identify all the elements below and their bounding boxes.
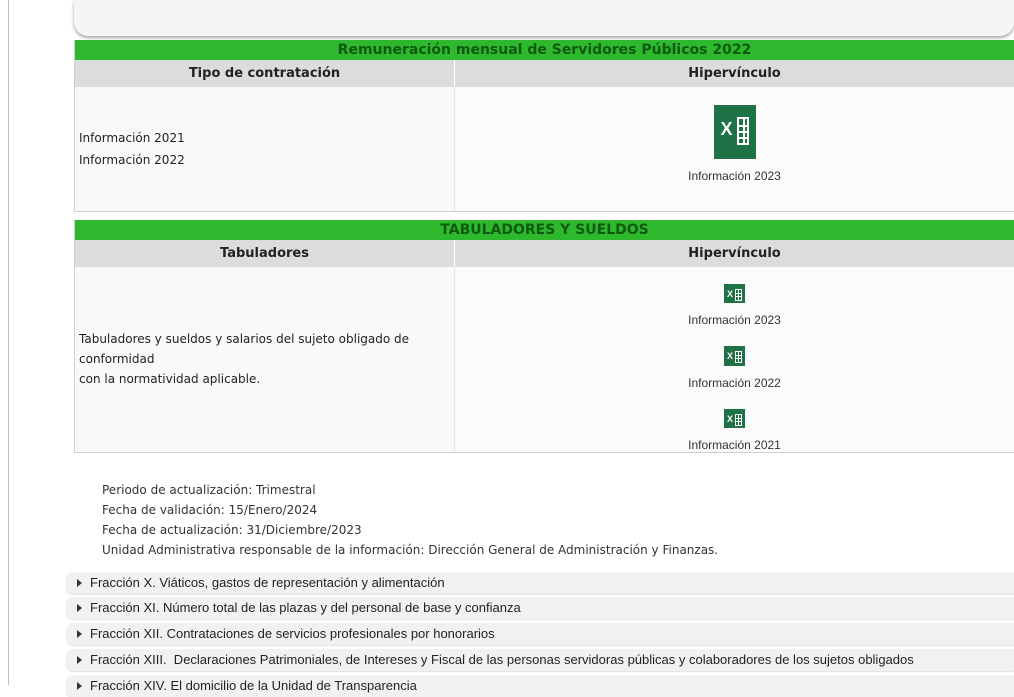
- caret-right-icon: [77, 656, 82, 664]
- accordion-fraccion-xii[interactable]: Fracción XII. Contrataciones de servicio…: [66, 623, 1014, 645]
- remuneracion-header-row: Tipo de contratación Hipervínculo: [75, 60, 1014, 87]
- info-2022-link[interactable]: Información 2022: [688, 376, 781, 390]
- remuneracion-items: Información 2021 Información 2022: [75, 87, 455, 211]
- col-tabuladores: Tabuladores: [75, 240, 455, 267]
- fecha-actualizacion: Fecha de actualización: 31/Diciembre/202…: [102, 523, 362, 537]
- accordion-label: Fracción X. Viáticos, gastos de represen…: [90, 575, 445, 590]
- update-metadata: Periodo de actualización: Trimestral Fec…: [102, 480, 718, 560]
- col-hipervinculo: Hipervínculo: [688, 66, 781, 81]
- excel-icon[interactable]: X: [724, 408, 745, 428]
- accordion-label: Fracción XIV. El domicilio de la Unidad …: [90, 678, 417, 693]
- accordion-label: Fracción XII. Contrataciones de servicio…: [90, 626, 495, 641]
- description-line: Tabuladores y sueldos y salarios del suj…: [79, 332, 410, 366]
- excel-icon[interactable]: X: [724, 346, 745, 366]
- left-border-line: [8, 0, 9, 685]
- excel-icon[interactable]: X: [713, 105, 756, 159]
- accordion-fraccion-x[interactable]: Fracción X. Viáticos, gastos de represen…: [66, 572, 1014, 594]
- tabuladores-description: Tabuladores y sueldos y salarios del suj…: [75, 267, 455, 452]
- info-2021-link[interactable]: Información 2021: [688, 438, 781, 452]
- unidad-administrativa: Unidad Administrativa responsable de la …: [102, 543, 719, 557]
- fecha-validacion: Fecha de validación: 15/Enero/2024: [102, 503, 318, 517]
- accordion-fraccion-xi[interactable]: Fracción XI. Número total de las plazas …: [66, 597, 1014, 619]
- accordion-label: Fracción XIII. Declaraciones Patrimonial…: [90, 652, 914, 667]
- info-2023-link[interactable]: Información 2023: [688, 313, 781, 327]
- tabuladores-title: TABULADORES Y SUELDOS: [75, 220, 1014, 240]
- caret-right-icon: [77, 604, 82, 612]
- accordion-label: Fracción XI. Número total de las plazas …: [90, 600, 521, 615]
- tabuladores-table: TABULADORES Y SUELDOS Tabuladores Hiperv…: [74, 220, 1014, 453]
- info-2021-link[interactable]: Información 2021: [79, 127, 454, 149]
- excel-icon[interactable]: X: [724, 284, 745, 304]
- accordion-fraccion-xiii[interactable]: Fracción XIII. Declaraciones Patrimonial…: [66, 649, 1014, 671]
- caret-right-icon: [77, 579, 82, 587]
- info-2022-link[interactable]: Información 2022: [79, 149, 454, 171]
- remuneracion-title: Remuneración mensual de Servidores Públi…: [75, 40, 1014, 60]
- tabuladores-header-row: Tabuladores Hipervínculo: [75, 240, 1014, 267]
- previous-panel-bottom: [74, 0, 1014, 36]
- accordion-fraccion-xiv[interactable]: Fracción XIV. El domicilio de la Unidad …: [66, 675, 1014, 697]
- periodo-actualizacion: Periodo de actualización: Trimestral: [102, 483, 316, 497]
- col-tipo-contratacion: Tipo de contratación: [75, 60, 455, 87]
- col-hipervinculo: Hipervínculo: [688, 246, 781, 261]
- info-2023-link[interactable]: Información 2023: [688, 169, 781, 183]
- remuneracion-link-cell: X Información 2023: [455, 87, 1014, 211]
- remuneracion-table: Remuneración mensual de Servidores Públi…: [74, 40, 1014, 212]
- caret-right-icon: [77, 682, 82, 690]
- caret-right-icon: [77, 630, 82, 638]
- description-line: con la normatividad aplicable.: [79, 372, 261, 386]
- tabuladores-links: X Información 2023 X Información 2022 X …: [455, 267, 1014, 452]
- tabuladores-body-row: Tabuladores y sueldos y salarios del suj…: [75, 267, 1014, 452]
- remuneracion-body-row: Información 2021 Información 2022 X Info…: [75, 87, 1014, 211]
